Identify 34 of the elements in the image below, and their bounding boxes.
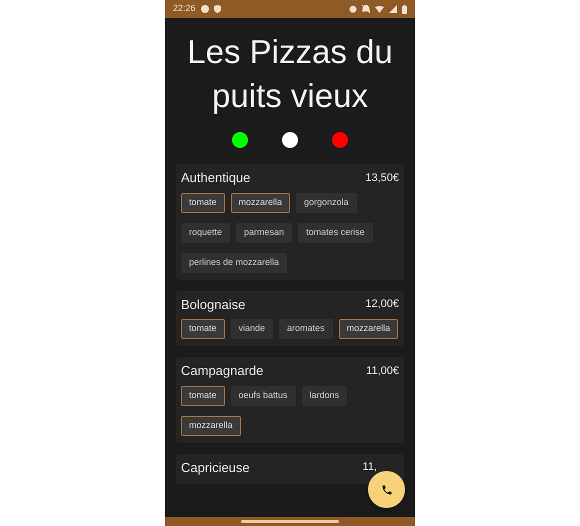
- ingredient-chip[interactable]: tomate: [181, 319, 225, 339]
- home-handle[interactable]: [241, 520, 339, 523]
- ingredient-chip[interactable]: tomates cerise: [298, 222, 373, 242]
- phone-icon: [380, 484, 392, 496]
- ingredient-chip[interactable]: gorgonzola: [296, 192, 357, 212]
- ingredient-chip[interactable]: oeufs battus: [230, 386, 296, 406]
- pizza-price: 13,50€: [365, 170, 399, 186]
- app-title: Les Pizzas du puits vieux: [186, 32, 394, 116]
- pizza-name: Bolognaise: [181, 296, 246, 314]
- shield-icon: [214, 5, 221, 13]
- ingredient-chip[interactable]: aromates: [279, 319, 333, 339]
- pizza-name: Campagnarde: [181, 362, 264, 380]
- battery-icon: [402, 4, 407, 14]
- pizza-price: 11,: [362, 460, 377, 475]
- ingredient-chip[interactable]: viande: [230, 319, 274, 339]
- ingredient-chip[interactable]: lardons: [302, 386, 348, 406]
- ingredient-chip[interactable]: mozzarella: [230, 192, 290, 212]
- ingredient-chip[interactable]: mozzarella: [338, 319, 398, 339]
- ingredient-chip[interactable]: tomate: [181, 192, 225, 212]
- call-button[interactable]: [368, 471, 405, 508]
- alarm-icon: [349, 5, 357, 13]
- wifi-icon: [375, 6, 384, 12]
- pizza-name: Authentique: [181, 169, 250, 187]
- signal-icon: [389, 5, 397, 13]
- pizza-price: 11,00€: [366, 364, 399, 378]
- ingredient-chip[interactable]: tomate: [181, 386, 225, 406]
- pizza-name: Capricieuse: [181, 458, 250, 477]
- pizza-price: 12,00€: [365, 297, 399, 312]
- ingredient-chip[interactable]: mozzarella: [181, 416, 241, 436]
- ingredient-chip[interactable]: roquette: [181, 222, 230, 242]
- ingredient-chip[interactable]: parmesan: [236, 222, 292, 242]
- ingredient-chip[interactable]: perlines de mozzarella: [181, 252, 288, 272]
- status-time: 22:26: [173, 2, 196, 16]
- mute-icon: [362, 5, 370, 13]
